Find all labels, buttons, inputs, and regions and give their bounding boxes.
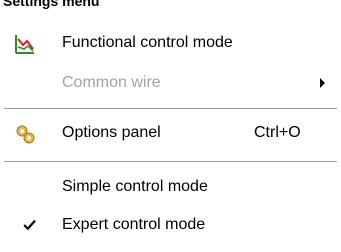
menu-item-shortcut: Ctrl+O — [254, 124, 301, 141]
settings-menu: Functional control mode Common wire Opti… — [0, 15, 341, 252]
menu-item-label: Expert control mode — [62, 216, 206, 233]
menu-item-label: Common wire — [62, 74, 161, 91]
menu-item-simple-control-mode[interactable]: Simple control mode — [0, 167, 341, 207]
chart-icon — [15, 35, 34, 54]
menu-item-label: Options panel — [62, 124, 161, 141]
menu-separator — [4, 108, 337, 110]
menu-item-expert-control-mode[interactable]: Expert control mode — [0, 205, 341, 245]
menu-item-common-wire[interactable]: Common wire — [0, 63, 341, 103]
menu-item-options-panel[interactable]: Options panel Ctrl+O — [0, 113, 341, 153]
menu-item-functional-control-mode[interactable]: Functional control mode — [0, 23, 341, 63]
menu-item-label: Functional control mode — [62, 34, 233, 51]
menu-item-label: Simple control mode — [62, 178, 208, 195]
checkmark-icon — [23, 219, 36, 231]
gears-icon — [16, 125, 35, 144]
menu-header: Settings menu — [0, 0, 341, 15]
menu-header-label: Settings menu — [3, 0, 100, 9]
menu-separator — [4, 161, 337, 163]
submenu-arrow-icon — [320, 78, 325, 88]
